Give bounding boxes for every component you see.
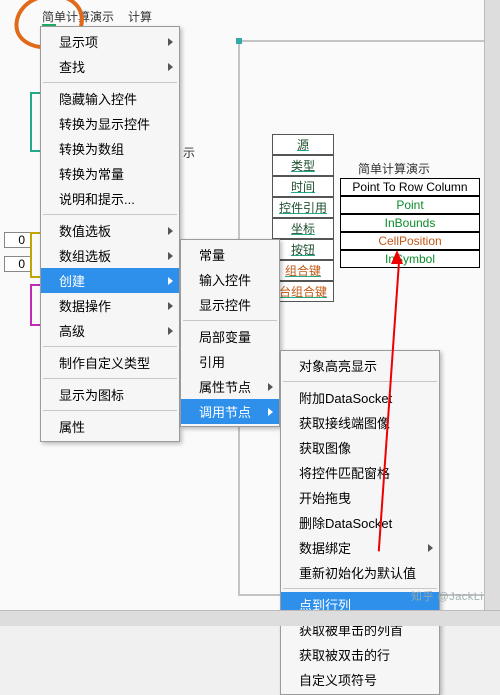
context-menu-create: 常量 输入控件 显示控件 局部变量 引用 属性节点 调用节点 xyxy=(180,239,280,427)
numeric-control-1[interactable]: 0 xyxy=(4,232,32,248)
create-reference[interactable]: 引用 xyxy=(181,349,279,374)
invoke-item-button[interactable]: 按钮 xyxy=(272,239,334,260)
menu-desc-tip[interactable]: 说明和提示... xyxy=(41,186,179,211)
invoke-item-ctrl-ref[interactable]: 控件引用 xyxy=(272,197,334,218)
invoke-item-coord[interactable]: 坐标 xyxy=(272,218,334,239)
invoke-attach-datasocket[interactable]: 附加DataSocket xyxy=(281,385,439,410)
create-constant[interactable]: 常量 xyxy=(181,242,279,267)
invoke-item-combo[interactable]: 组合键 xyxy=(272,260,334,281)
menu-hide-input-ctrl[interactable]: 隐藏输入控件 xyxy=(41,86,179,111)
invoke-data-binding[interactable]: 数据绑定 xyxy=(281,535,439,560)
frame-caption: 示 xyxy=(183,144,195,161)
menu-numeric-palette[interactable]: 数值选板 xyxy=(41,218,179,243)
menu-to-constant[interactable]: 转换为常量 xyxy=(41,161,179,186)
invoke-get-dblclick-row[interactable]: 获取被双击的行 xyxy=(281,642,439,667)
invoke-item-source[interactable]: 源 xyxy=(272,134,334,155)
menu-show-as-icon[interactable]: 显示为图标 xyxy=(41,382,179,407)
menu-advanced[interactable]: 高级 xyxy=(41,318,179,343)
prop-row-cellpos[interactable]: CellPosition xyxy=(340,232,480,250)
menu-to-array[interactable]: 转换为数组 xyxy=(41,136,179,161)
property-node[interactable]: Point To Row Column Point InBounds CellP… xyxy=(340,178,480,268)
prop-row-point[interactable]: Point xyxy=(340,196,480,214)
menu-to-indicator[interactable]: 转换为显示控件 xyxy=(41,111,179,136)
create-property-node[interactable]: 属性节点 xyxy=(181,374,279,399)
invoke-item-plat-combo[interactable]: 台组合键 xyxy=(272,281,334,302)
invoke-get-term-image[interactable]: 获取接线端图像 xyxy=(281,410,439,435)
menu-properties[interactable]: 属性 xyxy=(41,414,179,439)
context-menu-invoke: 对象高亮显示 附加DataSocket 获取接线端图像 获取图像 将控件匹配窗格… xyxy=(280,350,440,695)
invoke-list-column: 源 类型 时间 控件引用 坐标 按钮 组合键 台组合键 xyxy=(272,134,334,302)
annotation-arrow-head xyxy=(391,250,403,264)
prop-row-method[interactable]: Point To Row Column xyxy=(340,178,480,196)
create-local-var[interactable]: 局部变量 xyxy=(181,324,279,349)
menu-sep xyxy=(43,346,177,347)
invoke-obj-highlight[interactable]: 对象高亮显示 xyxy=(281,353,439,378)
watermark: 知乎 @JackLin xyxy=(411,588,490,604)
prop-row-insymbol[interactable]: InSymbol xyxy=(340,250,480,268)
invoke-reinit-default[interactable]: 重新初始化为默认值 xyxy=(281,560,439,585)
menu-sep xyxy=(43,378,177,379)
invoke-get-image[interactable]: 获取图像 xyxy=(281,435,439,460)
menu-sep xyxy=(43,82,177,83)
invoke-start-drag[interactable]: 开始拖曳 xyxy=(281,485,439,510)
create-invoke-node[interactable]: 调用节点 xyxy=(181,399,279,424)
invoke-item-time[interactable]: 时间 xyxy=(272,176,334,197)
invoke-fit-pane[interactable]: 将控件匹配窗格 xyxy=(281,460,439,485)
menu-data-ops[interactable]: 数据操作 xyxy=(41,293,179,318)
property-node-title: 简单计算演示 xyxy=(358,160,430,177)
menu-array-palette[interactable]: 数组选板 xyxy=(41,243,179,268)
vertical-scrollbar[interactable] xyxy=(484,0,500,610)
create-control[interactable]: 输入控件 xyxy=(181,267,279,292)
menu-make-typedef[interactable]: 制作自定义类型 xyxy=(41,350,179,375)
horizontal-scrollbar[interactable] xyxy=(0,610,500,626)
block-diagram-canvas: 简单计算演示 计算 0 0 源 类型 时间 控件引用 坐标 按钮 组合键 台组合… xyxy=(0,0,500,626)
menu-display-items[interactable]: 显示项 xyxy=(41,29,179,54)
prop-row-inbounds[interactable]: InBounds xyxy=(340,214,480,232)
invoke-remove-datasocket[interactable]: 删除DataSocket xyxy=(281,510,439,535)
numeric-control-2[interactable]: 0 xyxy=(4,256,32,272)
invoke-item-type[interactable]: 类型 xyxy=(272,155,334,176)
create-indicator[interactable]: 显示控件 xyxy=(181,292,279,317)
menu-find[interactable]: 查找 xyxy=(41,54,179,79)
menu-sep xyxy=(43,410,177,411)
menu-sep xyxy=(43,214,177,215)
menu-create[interactable]: 创建 xyxy=(41,268,179,293)
invoke-custom-symbol[interactable]: 自定义项符号 xyxy=(281,667,439,692)
window-title-right: 计算 xyxy=(128,8,152,25)
context-menu-main: 显示项 查找 隐藏输入控件 转换为显示控件 转换为数组 转换为常量 说明和提示.… xyxy=(40,26,180,442)
menu-sep xyxy=(183,320,277,321)
menu-sep xyxy=(283,381,437,382)
